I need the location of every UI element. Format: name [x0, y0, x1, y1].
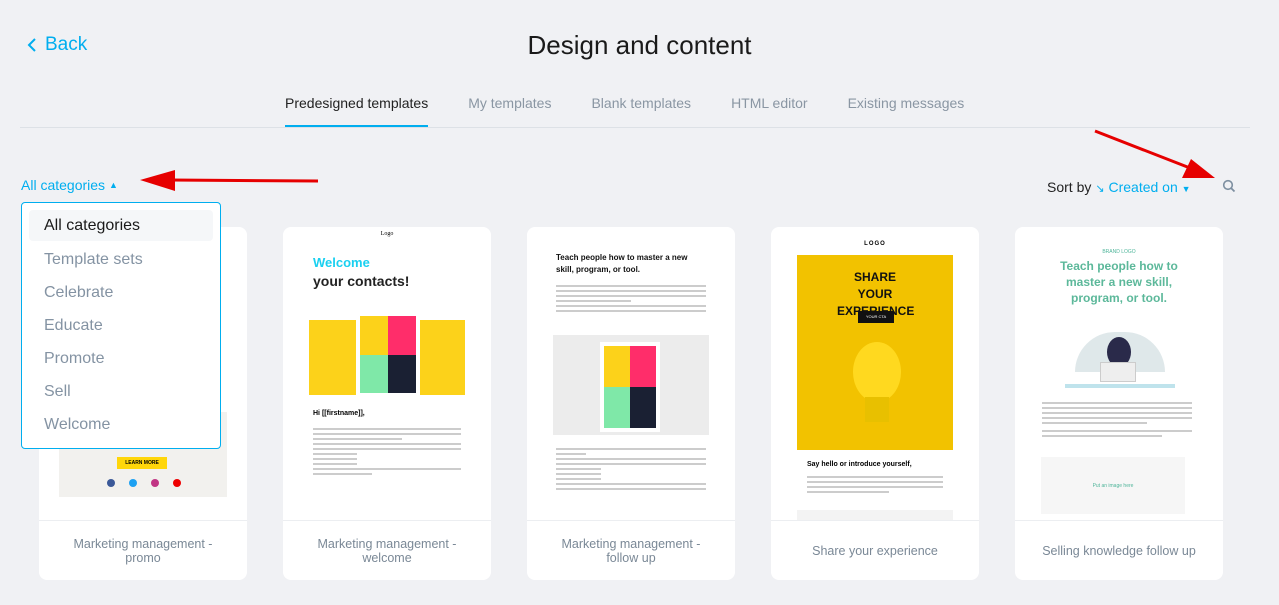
red-arrow-right-icon: [1094, 129, 1215, 178]
red-arrow-left-icon: [140, 170, 319, 191]
annotation-arrows: [140, 129, 1215, 191]
